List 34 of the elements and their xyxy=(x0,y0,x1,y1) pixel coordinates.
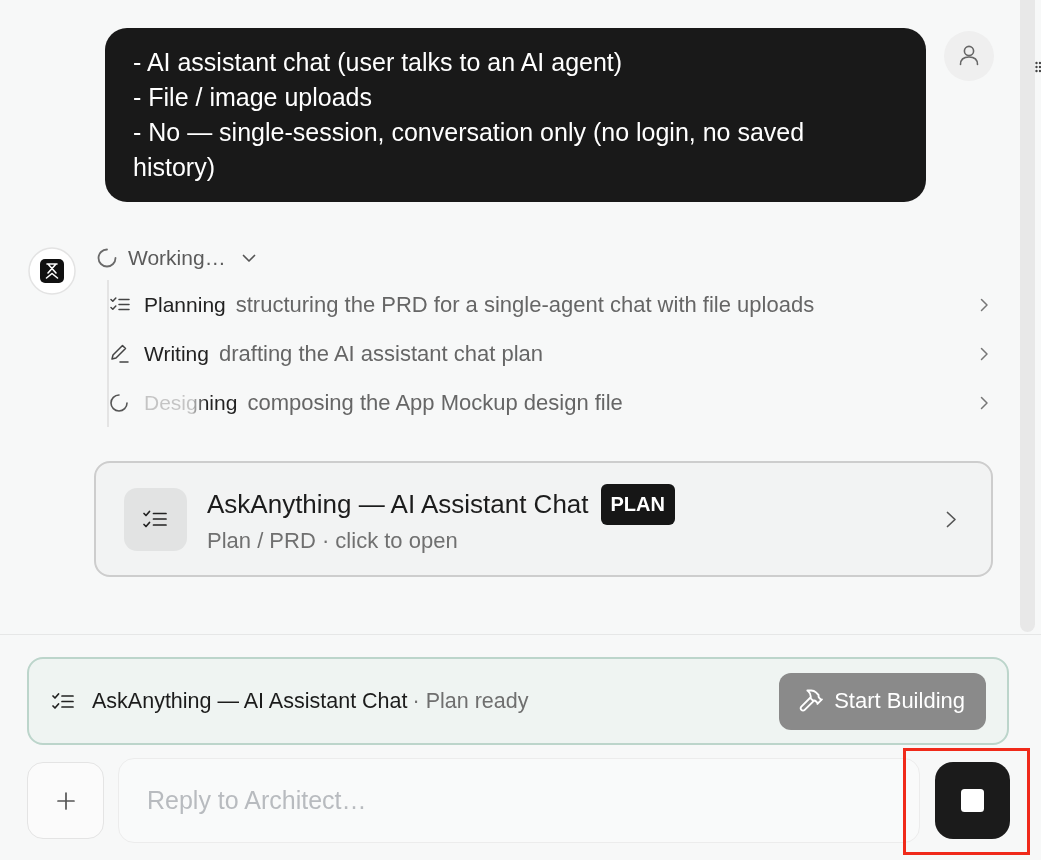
chevron-right-icon xyxy=(946,510,957,528)
user-avatar-icon xyxy=(944,31,994,81)
message-line: - No — single-session, conversation only (no login, no saved history) xyxy=(133,117,806,183)
checklist-icon xyxy=(124,487,187,551)
checklist-icon xyxy=(110,297,130,312)
hammer-icon xyxy=(799,689,824,713)
step-label: Writing xyxy=(144,341,209,366)
working-toggle[interactable]: Working… xyxy=(128,246,256,270)
spinner-icon xyxy=(97,248,117,268)
pencil-icon xyxy=(110,344,129,363)
message-line: - File / image uploads xyxy=(133,82,373,113)
chevron-right-icon[interactable] xyxy=(980,395,989,410)
reply-input[interactable]: Reply to Architect… xyxy=(118,758,920,843)
step-detail: structuring the PRD for a single-agent chat with file uploads xyxy=(235,291,815,318)
step-detail: composing the App Mockup design file xyxy=(247,389,623,416)
chevron-right-icon[interactable] xyxy=(980,346,989,361)
plan-ready-title: AskAnything — AI Assistant Chat xyxy=(92,688,408,714)
step-detail: drafting the AI assistant chat plan xyxy=(218,340,544,367)
scrollbar-thumb[interactable] xyxy=(1020,0,1035,632)
plus-icon xyxy=(56,791,75,810)
plan-title: AskAnything — AI Assistant Chat xyxy=(207,489,589,520)
step-label: Planning xyxy=(144,292,226,317)
plan-subtitle: Plan / PRD · click to open xyxy=(207,528,459,554)
spinner-icon xyxy=(110,393,128,412)
checklist-icon xyxy=(52,692,74,710)
plan-card[interactable]: AskAnything — AI Assistant Chat PLAN Plan / PRD · click to open xyxy=(94,461,993,577)
message-line: - AI assistant chat (user talks to an AI agent) xyxy=(133,47,624,78)
plan-status: · Plan ready xyxy=(412,688,529,714)
plan-badge: PLAN xyxy=(600,484,675,525)
grip-icon[interactable] xyxy=(1035,61,1041,73)
stop-icon xyxy=(961,789,984,812)
logo-icon xyxy=(28,247,76,295)
stop-button[interactable] xyxy=(935,762,1010,839)
chevron-right-icon[interactable] xyxy=(980,297,989,312)
